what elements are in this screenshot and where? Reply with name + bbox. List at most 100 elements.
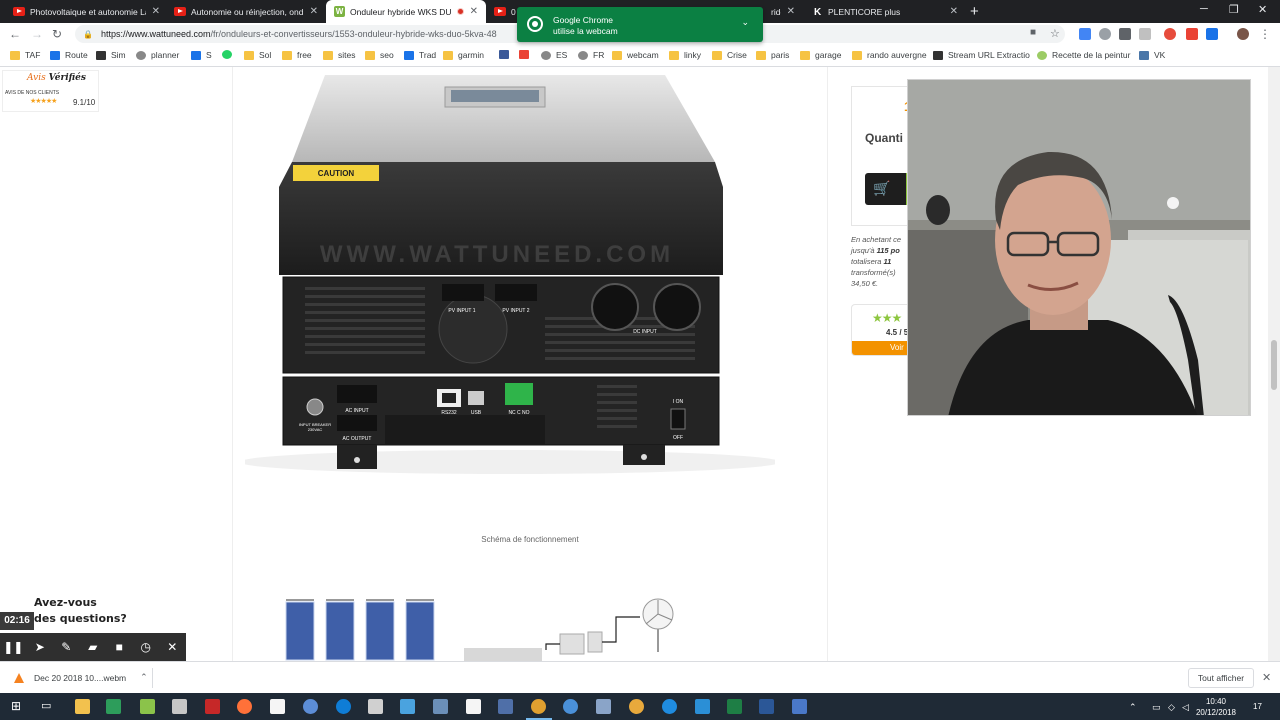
show-all-downloads-button[interactable]: Tout afficher: [1188, 668, 1254, 688]
task-view-icon[interactable]: ▭: [41, 699, 56, 714]
pen-icon[interactable]: ✎: [53, 640, 80, 654]
close-icon[interactable]: ✕: [470, 6, 478, 17]
app-icon[interactable]: [172, 699, 187, 714]
tab-autonomie[interactable]: Autonomie ou réinjection, ondul ✕: [166, 0, 326, 23]
network-icon[interactable]: ◇: [1168, 702, 1175, 713]
avis-verifies-badge[interactable]: Avis Vérifiés AVIS DE NOS CLIENTS ★★★★★ …: [2, 70, 99, 112]
bookmark-paris[interactable]: paris: [756, 50, 789, 60]
file-explorer-icon[interactable]: [75, 699, 90, 714]
close-recorder-icon[interactable]: ✕: [159, 640, 186, 654]
cursor-icon[interactable]: ➤: [27, 640, 54, 654]
bookmark-vk[interactable]: VK: [1139, 50, 1165, 60]
bookmark-garage[interactable]: garage: [800, 50, 841, 60]
page-scrollbar[interactable]: [1268, 67, 1280, 661]
bookmark-taf[interactable]: TAF: [10, 50, 40, 60]
bookmark-sol[interactable]: Sol: [244, 50, 271, 60]
close-icon[interactable]: ✕: [950, 6, 958, 17]
word-icon[interactable]: [759, 699, 774, 714]
timer-icon[interactable]: ◷: [133, 640, 160, 654]
windows-start-icon[interactable]: ⊞: [11, 699, 26, 714]
bookmark-whatsapp[interactable]: [222, 50, 237, 59]
volume-icon[interactable]: ◁: [1182, 702, 1189, 713]
back-button[interactable]: ←: [9, 27, 21, 41]
app-blue-icon[interactable]: [303, 699, 318, 714]
bookmark-gmail[interactable]: [519, 50, 534, 59]
app-outlook-icon[interactable]: [695, 699, 710, 714]
bookmark-crise[interactable]: Crise: [712, 50, 747, 60]
tab-plenticore[interactable]: K PLENTICORE plus ✕: [806, 0, 966, 23]
bookmark-webcam[interactable]: webcam: [612, 50, 659, 60]
shield-extension-icon[interactable]: [1099, 28, 1111, 40]
app-globe-icon[interactable]: [563, 699, 578, 714]
tab-hybride[interactable]: ride ✕: [763, 0, 803, 23]
close-window-button[interactable]: ✕: [1258, 3, 1267, 16]
notifications-count[interactable]: 17: [1253, 702, 1262, 711]
bookmark-linky[interactable]: linky: [669, 50, 701, 60]
see-reviews-link[interactable]: Voir: [852, 341, 911, 355]
chevron-up-icon[interactable]: ⌃: [140, 672, 148, 683]
questions-bubble[interactable]: Avez-vous des questions?: [34, 595, 127, 627]
app-skype-icon[interactable]: [662, 699, 677, 714]
pause-icon[interactable]: ❚❚: [0, 640, 27, 654]
reload-button[interactable]: ↻: [52, 27, 62, 41]
profile-avatar[interactable]: [1237, 28, 1249, 40]
webcam-overlay[interactable]: [907, 79, 1251, 416]
system-tray-chevron-icon[interactable]: ⌃: [1129, 702, 1137, 713]
cast-icon[interactable]: [1119, 28, 1131, 40]
excel-icon[interactable]: [727, 699, 742, 714]
scrollbar-thumb[interactable]: [1271, 340, 1277, 390]
filezilla-icon[interactable]: [205, 699, 220, 714]
bookmark-sim[interactable]: Sim: [96, 50, 126, 60]
restore-button[interactable]: ❐: [1229, 3, 1239, 16]
webcam-notification[interactable]: Google Chrome utilise la webcam ⌄: [517, 7, 763, 42]
store-icon[interactable]: [106, 699, 121, 714]
close-icon[interactable]: ✕: [152, 6, 160, 17]
extension-red-icon[interactable]: [1164, 28, 1176, 40]
battery-icon[interactable]: ▭: [1152, 702, 1161, 713]
tab-onduleur-active[interactable]: W Onduleur hybride WKS DUO ✕: [326, 0, 486, 23]
notepad-plus-icon[interactable]: [140, 699, 155, 714]
camera-in-use-icon[interactable]: ■: [1030, 27, 1036, 38]
document-icon[interactable]: [270, 699, 285, 714]
edge-icon[interactable]: [336, 699, 351, 714]
product-rating-box[interactable]: ★★★ 4.5 / 5 Voir: [851, 304, 911, 356]
chevron-down-icon[interactable]: ⌄: [741, 17, 749, 28]
calculator-icon[interactable]: [368, 699, 383, 714]
extension-plus-icon[interactable]: [1206, 28, 1218, 40]
close-downloads-icon[interactable]: ✕: [1262, 671, 1271, 684]
camera-icon[interactable]: ■: [106, 640, 133, 654]
app-slate-icon[interactable]: [433, 699, 448, 714]
extension-icon[interactable]: [1139, 28, 1151, 40]
bookmark-seo[interactable]: seo: [365, 50, 394, 60]
bookmark-s[interactable]: S: [191, 50, 212, 60]
bookmark-recette[interactable]: Recette de la peintur: [1037, 50, 1130, 60]
bookmark-facebook[interactable]: [499, 50, 514, 59]
bookmark-sites[interactable]: sites: [323, 50, 355, 60]
bookmark-stream-url[interactable]: Stream URL Extractio: [933, 50, 1030, 60]
bookmark-star-icon[interactable]: ☆: [1050, 27, 1060, 40]
taskbar-clock[interactable]: 10:40 20/12/2018: [1190, 696, 1242, 718]
bookmark-fr[interactable]: FR: [578, 50, 604, 60]
extension-dots-icon[interactable]: [1186, 28, 1198, 40]
bookmark-planner[interactable]: planner: [136, 50, 179, 60]
bookmark-garmin[interactable]: garmin: [443, 50, 484, 60]
bookmark-rando-auvergne[interactable]: rando auvergne: [852, 50, 927, 60]
window-icon[interactable]: [466, 699, 481, 714]
app-cloud-icon[interactable]: [596, 699, 611, 714]
app-arrow-icon[interactable]: [792, 699, 807, 714]
app-teal-icon[interactable]: [400, 699, 415, 714]
close-icon[interactable]: ✕: [310, 6, 318, 17]
bookmark-trad[interactable]: Trad: [404, 50, 436, 60]
translate-extension-icon[interactable]: [1079, 28, 1091, 40]
app-orange-icon[interactable]: [629, 699, 644, 714]
close-icon[interactable]: ✕: [787, 6, 795, 17]
chrome-icon[interactable]: [531, 699, 546, 714]
new-tab-button[interactable]: +: [970, 3, 979, 20]
firefox-icon[interactable]: [237, 699, 252, 714]
tab-photovoltaique[interactable]: Photovoltaique et autonomie La ✕: [5, 0, 168, 23]
eraser-icon[interactable]: ▰: [80, 640, 107, 654]
app-navy-icon[interactable]: [498, 699, 513, 714]
forward-button[interactable]: →: [31, 27, 43, 41]
minimize-button[interactable]: ─: [1200, 3, 1208, 15]
bookmark-route[interactable]: Route: [50, 50, 88, 60]
